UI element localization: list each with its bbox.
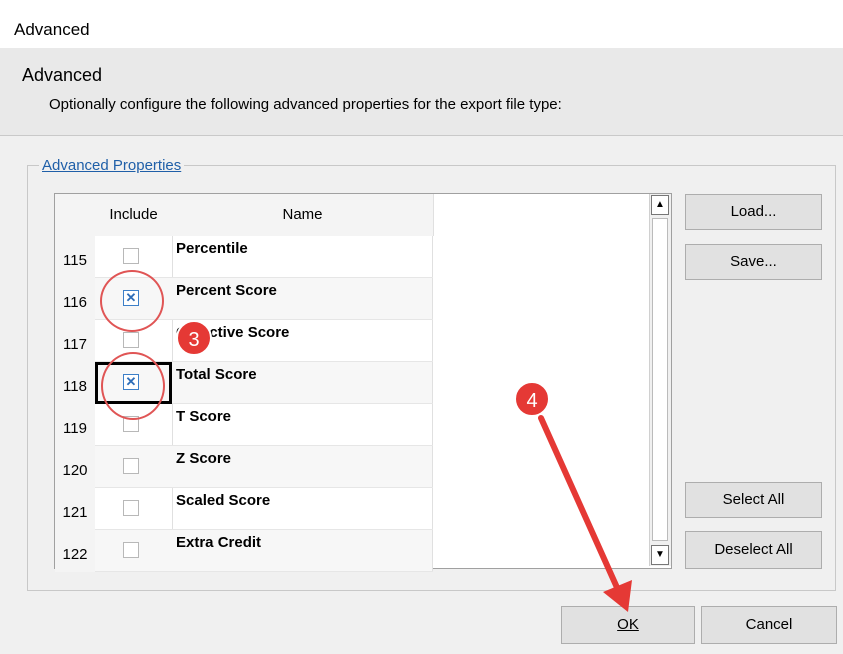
annotation-arrow-icon (538, 415, 632, 612)
